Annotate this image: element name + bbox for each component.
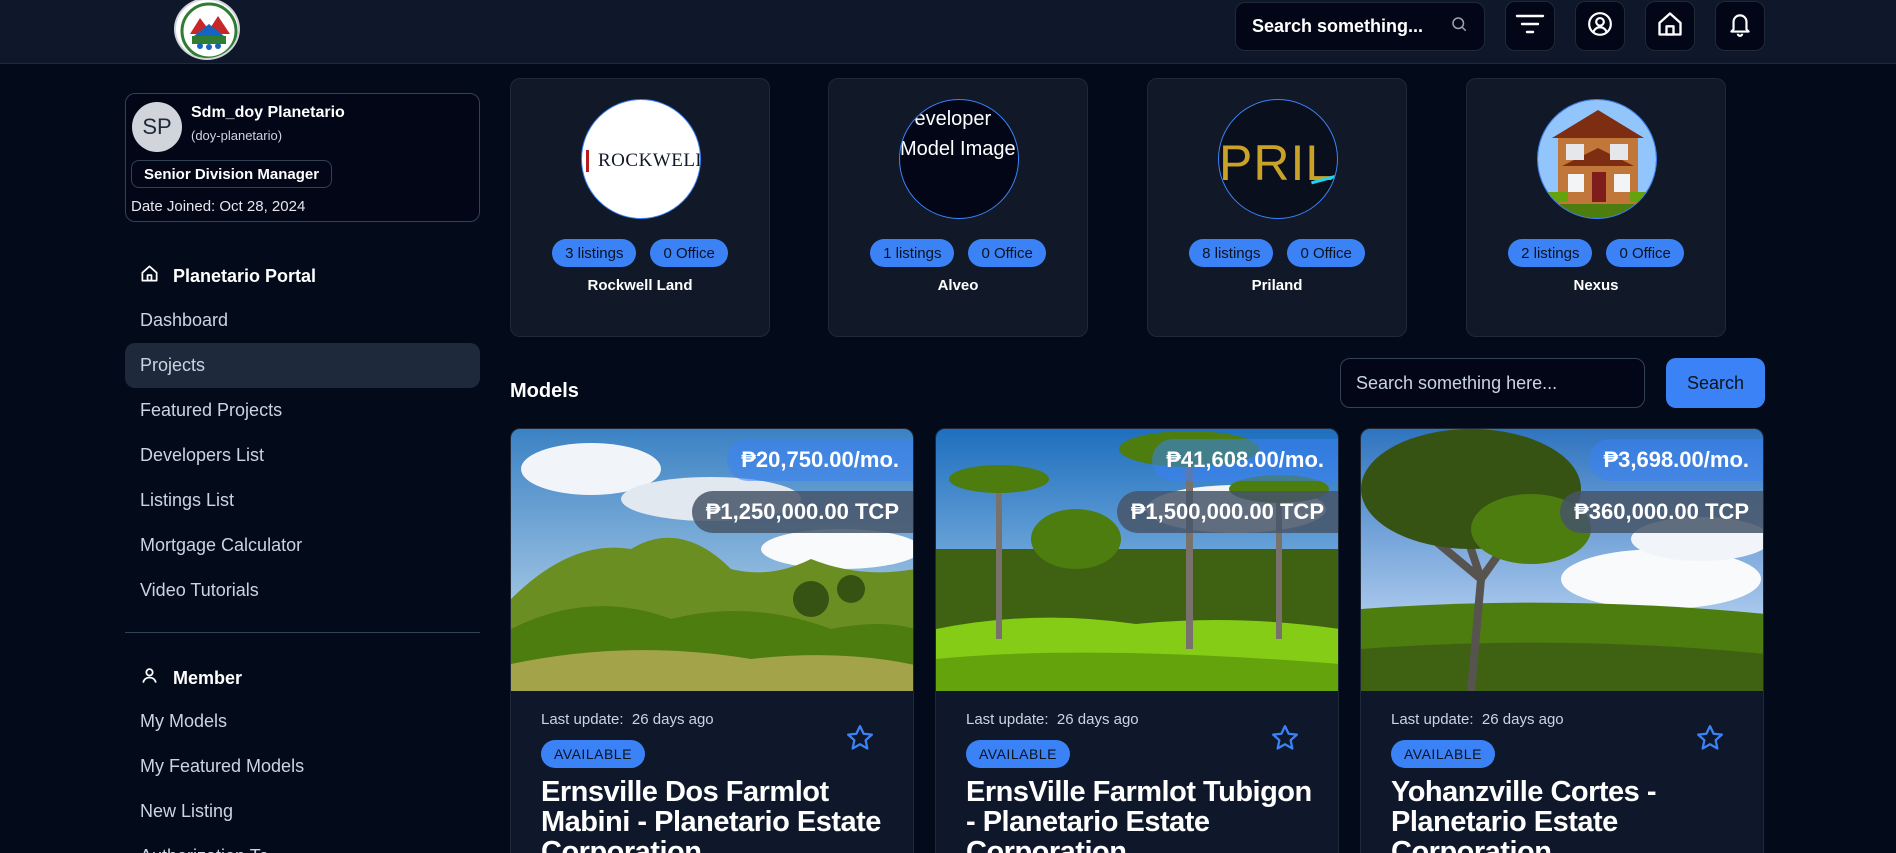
role-badge: Senior Division Manager — [131, 160, 333, 188]
home-button[interactable] — [1645, 1, 1695, 51]
model-title[interactable]: ErnsVille Farmlot Tubigon - Planetario E… — [966, 777, 1316, 853]
developer-name: Nexus — [1573, 277, 1619, 294]
last-update-value: 26 days ago — [1481, 711, 1564, 728]
developer-logo: PRIL — [1218, 99, 1338, 219]
last-update-value: 26 days ago — [631, 711, 714, 728]
home-icon — [1656, 10, 1684, 43]
sidebar-item-dashboard[interactable]: Dashboard — [125, 298, 480, 343]
developer-logo-alt-text: Developer Model Image — [900, 108, 1016, 160]
developer-card[interactable]: ROCKWELL LA 3 listings 0 Office Rockwell… — [510, 78, 770, 337]
last-update-value: 26 days ago — [1056, 711, 1139, 728]
sidebar-item-mortgage-calculator[interactable]: Mortgage Calculator — [125, 523, 480, 568]
listings-count-chip: 2 listings — [1508, 239, 1593, 267]
sidebar-item-my-featured-models[interactable]: My Featured Models — [125, 744, 480, 789]
top-search-box[interactable] — [1235, 2, 1485, 51]
developer-card[interactable]: 2 listings 0 Office Nexus — [1466, 78, 1726, 337]
model-card[interactable]: ₱3,698.00/mo. ₱360,000.00 TCP Last updat… — [1360, 428, 1764, 853]
bell-icon — [1727, 10, 1753, 43]
monthly-price-badge: ₱3,698.00/mo. — [1589, 439, 1763, 481]
monthly-price-badge: ₱20,750.00/mo. — [727, 439, 913, 481]
developer-logo: ROCKWELL LA — [581, 99, 701, 219]
portal-section-header: Planetario Portal — [140, 264, 316, 288]
developer-card[interactable]: Developer Model Image 1 listings 0 Offic… — [828, 78, 1088, 337]
company-logo[interactable] — [174, 0, 240, 60]
sidebar-item-video-tutorials[interactable]: Video Tutorials — [125, 568, 480, 613]
sidebar-item-featured-projects[interactable]: Featured Projects — [125, 388, 480, 433]
sidebar-item-new-listing[interactable]: New Listing — [125, 789, 480, 834]
avatar[interactable]: SP — [132, 102, 182, 152]
profile-button[interactable] — [1575, 1, 1625, 51]
tcp-price-badge: ₱1,500,000.00 TCP — [1116, 491, 1338, 533]
star-icon[interactable] — [1270, 723, 1300, 758]
office-count-chip: 0 Office — [1287, 239, 1365, 267]
profile-name: Sdm_doy Planetario — [191, 104, 345, 121]
sidebar-item-projects[interactable]: Projects — [125, 343, 480, 388]
tcp-price-badge: ₱360,000.00 TCP — [1560, 491, 1763, 533]
listings-count-chip: 3 listings — [552, 239, 637, 267]
model-title[interactable]: Yohanzville Cortes - Planetario Estate C… — [1391, 777, 1741, 853]
model-title[interactable]: Ernsville Dos Farmlot Mabini - Planetari… — [541, 777, 891, 853]
notifications-button[interactable] — [1715, 1, 1765, 51]
listings-count-chip: 1 listings — [870, 239, 955, 267]
models-section-title: Models — [510, 380, 579, 402]
models-search-input[interactable] — [1340, 358, 1645, 408]
model-card[interactable]: ₱20,750.00/mo. ₱1,250,000.00 TCP Last up… — [510, 428, 914, 853]
last-update-label: Last update: — [1391, 711, 1474, 728]
last-update: Last update: 26 days ago — [966, 711, 1139, 728]
last-update: Last update: 26 days ago — [1391, 711, 1564, 728]
user-circle-icon — [1587, 11, 1613, 42]
status-badge: AVAILABLE — [966, 740, 1070, 768]
filter-icon — [1515, 13, 1545, 40]
developer-logo — [1537, 99, 1657, 219]
home-icon — [140, 264, 159, 288]
office-count-chip: 0 Office — [968, 239, 1046, 267]
status-badge: AVAILABLE — [1391, 740, 1495, 768]
user-icon — [140, 666, 159, 690]
sidebar-item-my-models[interactable]: My Models — [125, 699, 480, 744]
logo-accent — [586, 150, 589, 172]
developer-card[interactable]: PRIL 8 listings 0 Office Priland — [1147, 78, 1407, 337]
search-icon[interactable] — [1450, 15, 1468, 38]
top-bar — [0, 0, 1896, 64]
profile-username: (doy-planetario) — [191, 128, 283, 143]
member-section-header: Member — [140, 666, 242, 690]
developer-name: Rockwell Land — [587, 277, 693, 294]
tcp-price-badge: ₱1,250,000.00 TCP — [691, 491, 913, 533]
sidebar-item-developers-list[interactable]: Developers List — [125, 433, 480, 478]
last-update-label: Last update: — [966, 711, 1049, 728]
status-badge: AVAILABLE — [541, 740, 645, 768]
profile-card: SP Sdm_doy Planetario (doy-planetario) S… — [125, 93, 480, 222]
star-icon[interactable] — [1695, 723, 1725, 758]
developer-name: Alveo — [937, 277, 979, 294]
date-joined: Date Joined: Oct 28, 2024 — [131, 198, 306, 215]
sidebar-divider — [125, 632, 480, 633]
developer-logo: Developer Model Image — [899, 99, 1019, 219]
last-update-label: Last update: — [541, 711, 624, 728]
office-count-chip: 0 Office — [650, 239, 728, 267]
developer-logo-text: PRIL — [1219, 135, 1335, 191]
filter-button[interactable] — [1505, 1, 1555, 51]
listings-count-chip: 8 listings — [1189, 239, 1274, 267]
models-search-button[interactable]: Search — [1666, 358, 1765, 408]
last-update: Last update: 26 days ago — [541, 711, 714, 728]
developer-name: Priland — [1251, 277, 1303, 294]
star-icon[interactable] — [845, 723, 875, 758]
monthly-price-badge: ₱41,608.00/mo. — [1152, 439, 1338, 481]
office-count-chip: 0 Office — [1606, 239, 1684, 267]
sidebar-item-authorization[interactable]: Authorization To... — [125, 834, 480, 853]
developer-logo-text: ROCKWELL LA — [598, 150, 701, 171]
sidebar-item-listings-list[interactable]: Listings List — [125, 478, 480, 523]
portal-section-title: Planetario Portal — [173, 265, 317, 286]
model-card[interactable]: ₱41,608.00/mo. ₱1,500,000.00 TCP Last up… — [935, 428, 1339, 853]
top-search-input[interactable] — [1252, 16, 1442, 37]
member-section-title: Member — [173, 667, 243, 688]
